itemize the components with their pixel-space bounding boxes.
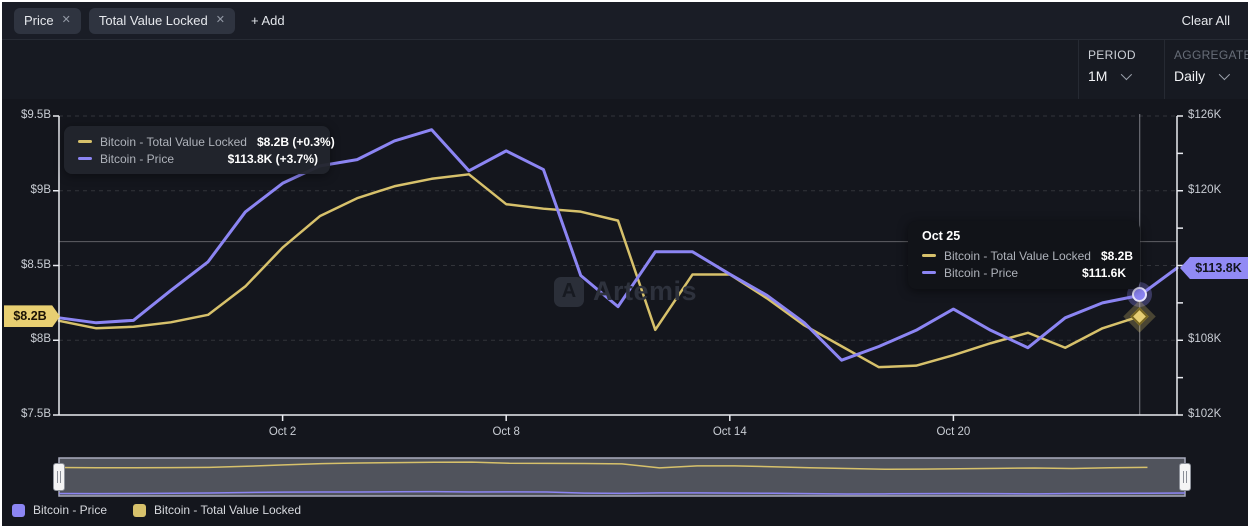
tooltip-series-name: Bitcoin - Total Value Locked <box>100 135 247 149</box>
y-axis-label-left: $9B <box>2 184 51 196</box>
toolbar-divider <box>1164 40 1165 99</box>
legend-swatch-icon <box>133 504 146 517</box>
metric-chips: Price ✕ Total Value Locked ✕ <box>14 8 235 34</box>
watermark-text: Artemis <box>593 276 697 307</box>
chevron-down-icon <box>1121 69 1132 80</box>
chart-legend: Bitcoin - Price Bitcoin - Total Value Loc… <box>12 503 301 517</box>
series-dash-icon <box>922 271 936 274</box>
tooltip-date-title: Oct 25 <box>922 229 1126 243</box>
period-value: 1M <box>1088 68 1107 84</box>
legend-item[interactable]: Bitcoin - Total Value Locked <box>133 503 301 517</box>
x-axis-label: Oct 14 <box>713 426 747 438</box>
metric-chip[interactable]: Total Value Locked ✕ <box>89 8 235 34</box>
date-tooltip: Oct 25 Bitcoin - Total Value Locked$8.2B… <box>908 221 1140 289</box>
series-dash-icon <box>922 254 936 257</box>
toolbar-divider <box>1078 40 1079 99</box>
y-axis-label-left: $7.5B <box>2 408 51 420</box>
remove-chip-icon[interactable]: ✕ <box>62 15 71 26</box>
period-dropdown[interactable]: PERIOD 1M <box>1088 48 1136 84</box>
y-axis-label-right: $102K <box>1188 408 1221 420</box>
tooltip-series-value: $8.2B <box>1101 249 1133 263</box>
metric-chip-label: Total Value Locked <box>99 13 208 28</box>
metric-tag-bar: Price ✕ Total Value Locked ✕ + Add Clear Al… <box>2 2 1248 40</box>
y-axis-label-right: $108K <box>1188 333 1221 345</box>
legend-item[interactable]: Bitcoin - Price <box>12 503 107 517</box>
minimap-price-line <box>59 492 1185 494</box>
chart-toolbar: PERIOD 1M AGGREGATE Daily <box>2 40 1248 100</box>
aggregate-dropdown[interactable]: AGGREGATE Daily <box>1174 48 1250 84</box>
tooltip-series-value: $8.2B (+0.3%) <box>257 135 335 149</box>
minimap-left-handle[interactable] <box>53 463 65 491</box>
y-axis-label-left: $8B <box>2 333 51 345</box>
minimap-selection[interactable] <box>59 458 1185 496</box>
minimap-tvl-line <box>59 462 1147 469</box>
tooltip-row: Bitcoin - Total Value Locked$8.2B (+0.3%… <box>78 133 318 150</box>
metric-chip[interactable]: Price ✕ <box>14 8 81 34</box>
tooltip-series-name: Bitcoin - Price <box>944 266 1072 280</box>
chevron-down-icon <box>1219 69 1230 80</box>
tooltip-row: Bitcoin - Price $111.6K <box>922 264 1126 281</box>
price-current-value-badge: $113.8K <box>1180 257 1250 279</box>
period-label: PERIOD <box>1088 48 1136 62</box>
tooltip-series-name: Bitcoin - Total Value Locked <box>944 249 1091 263</box>
legend-swatch-icon <box>12 504 25 517</box>
minimap-right-handle[interactable] <box>1179 463 1191 491</box>
tooltip-series-name: Bitcoin - Price <box>100 152 218 166</box>
tooltip-series-value: $113.8K (+3.7%) <box>228 152 318 166</box>
series-dash-icon <box>78 140 92 143</box>
remove-chip-icon[interactable]: ✕ <box>216 15 225 26</box>
series-dash-icon <box>78 157 92 160</box>
aggregate-value: Daily <box>1174 68 1205 84</box>
x-axis-label: Oct 2 <box>269 426 296 438</box>
artemis-logo-icon: A <box>554 277 584 307</box>
tooltip-series-value: $111.6K <box>1082 266 1126 280</box>
clear-all-button[interactable]: Clear All <box>1176 12 1236 29</box>
legend-label: Bitcoin - Total Value Locked <box>154 503 301 517</box>
legend-label: Bitcoin - Price <box>33 503 107 517</box>
add-metric-button[interactable]: + Add <box>245 12 291 29</box>
hover-legend-tooltip: Bitcoin - Total Value Locked$8.2B (+0.3%… <box>64 126 330 174</box>
tooltip-row: Bitcoin - Price $113.8K (+3.7%) <box>78 150 318 167</box>
y-axis-label-right: $126K <box>1188 109 1221 121</box>
y-axis-label-left: $8.5B <box>2 259 51 271</box>
x-axis-label: Oct 20 <box>936 426 970 438</box>
artemis-chart-app: Price ✕ Total Value Locked ✕ + Add Clear Al… <box>0 0 1250 528</box>
metric-chip-label: Price <box>24 13 54 28</box>
aggregate-label: AGGREGATE <box>1174 48 1250 62</box>
x-axis-label: Oct 8 <box>492 426 519 438</box>
tooltip-row: Bitcoin - Total Value Locked$8.2B <box>922 247 1126 264</box>
artemis-watermark: A Artemis <box>554 276 697 307</box>
tvl-current-value-badge: $8.2B <box>4 305 60 327</box>
y-axis-label-right: $120K <box>1188 184 1221 196</box>
y-axis-label-left: $9.5B <box>2 109 51 121</box>
